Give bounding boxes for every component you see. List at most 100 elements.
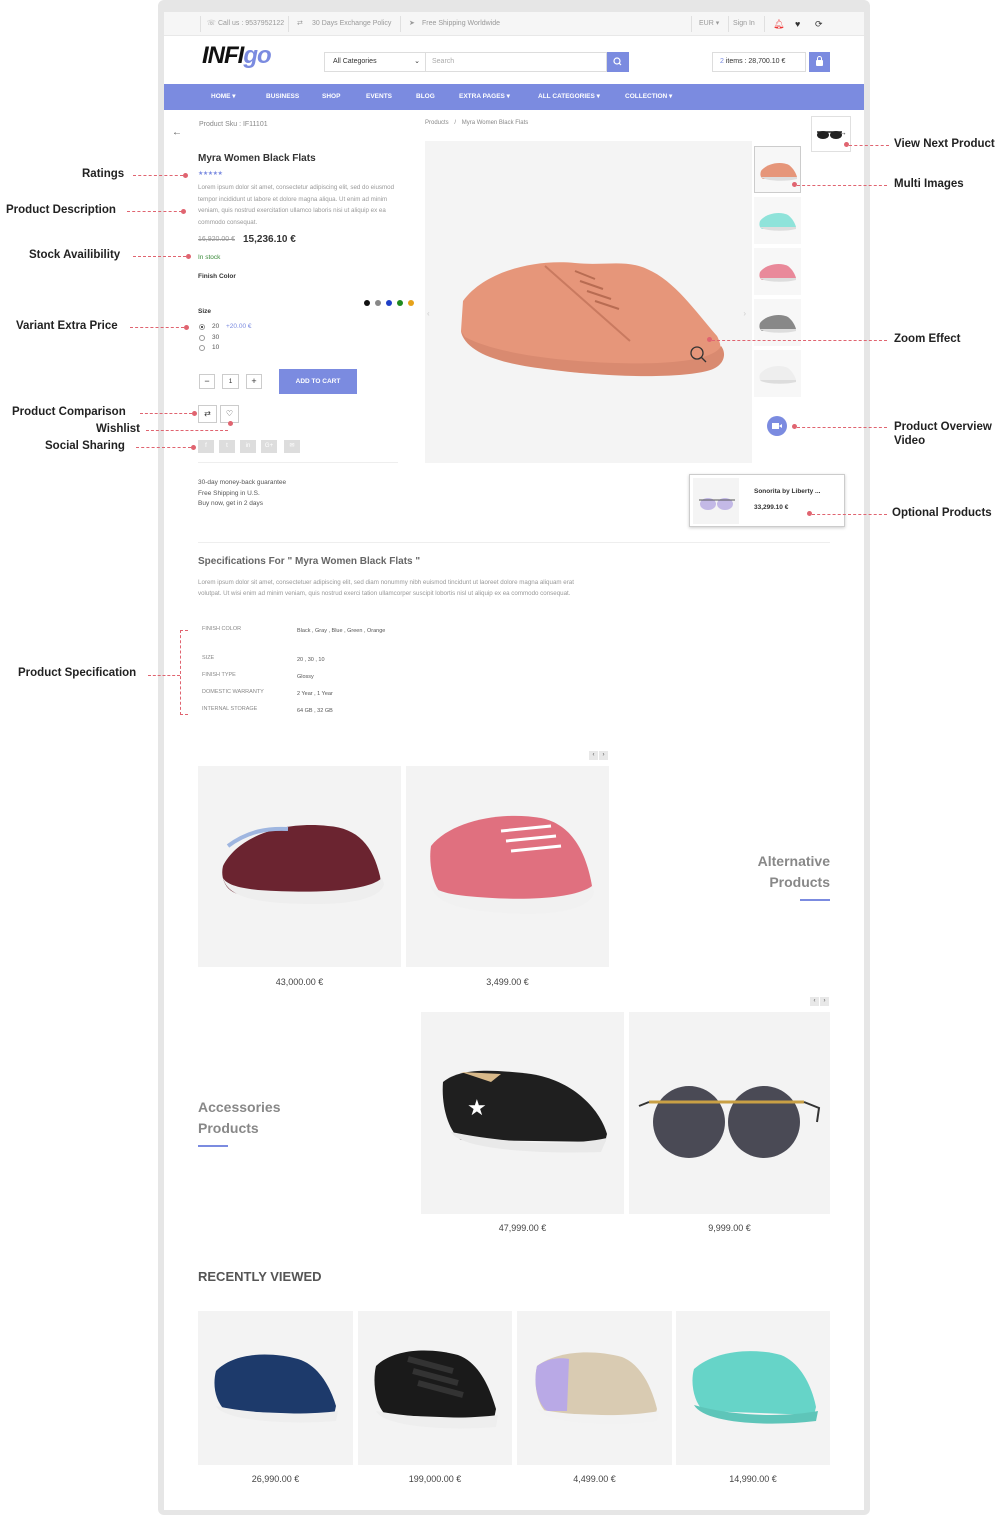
acc-prev-button[interactable]: ‹ <box>810 997 819 1006</box>
annotation-video: Product Overview Video <box>894 421 992 447</box>
annotation-line <box>849 145 889 146</box>
heart-icon[interactable]: ♥ <box>795 12 800 36</box>
annotation-spec: Product Specification <box>18 667 137 679</box>
breadcrumb-root[interactable]: Products <box>425 120 449 126</box>
spec-title: Specifications For " Myra Women Black Fl… <box>198 556 421 567</box>
annotation-comparison: Product Comparison <box>12 406 126 418</box>
spec-value: Glossy <box>297 674 314 680</box>
annotation-ratings: Ratings <box>82 168 125 180</box>
color-swatch[interactable] <box>408 300 414 306</box>
nav-shop[interactable]: SHOP <box>322 84 340 110</box>
cart-button[interactable] <box>809 52 830 72</box>
search-input[interactable]: Search <box>426 52 607 72</box>
back-arrow-icon[interactable]: ← <box>172 127 182 138</box>
compare-button[interactable]: ⇄ <box>198 405 217 423</box>
alt-product-card[interactable] <box>198 766 401 967</box>
alt-product-card[interactable] <box>406 766 609 967</box>
size-label: Size <box>198 308 212 315</box>
annotation-line <box>148 675 180 676</box>
currency-select[interactable]: EUR ▾ <box>699 12 719 36</box>
twitter-share[interactable]: t <box>219 440 235 453</box>
acc-product-card[interactable] <box>629 1012 830 1214</box>
recent-product-card[interactable] <box>517 1311 672 1465</box>
refresh-icon[interactable]: ⟳ <box>815 12 823 36</box>
email-share[interactable]: ✉ <box>284 440 300 453</box>
color-swatch[interactable] <box>364 300 370 306</box>
divider <box>288 16 289 32</box>
product-page: ☏ Call us : 9537952122 ⇄ 30 Days Exchang… <box>164 12 864 1510</box>
rating-stars: ★★★★★ <box>198 171 223 177</box>
facebook-share[interactable]: f <box>198 440 214 453</box>
thumbnail-image[interactable] <box>754 197 801 244</box>
prev-image-arrow[interactable]: ‹ <box>427 309 430 318</box>
main-product-image[interactable]: ‹ › <box>425 141 752 463</box>
linkedin-share[interactable]: in <box>240 440 256 453</box>
nav-home[interactable]: HOME ▾ <box>211 84 236 110</box>
size-radio[interactable] <box>199 334 205 341</box>
alt-product-price: 43,000.00 € <box>275 977 324 987</box>
annotation-line <box>797 427 887 428</box>
optional-product-name: Sonorita by Liberty ... <box>754 488 821 495</box>
search-button[interactable] <box>607 52 629 72</box>
recent-product-card[interactable] <box>358 1311 512 1465</box>
recent-product-card[interactable] <box>198 1311 353 1465</box>
facebook-icon: f <box>205 443 207 449</box>
annotation-dot <box>181 209 186 214</box>
chevron-down-icon: ⌄ <box>414 58 420 65</box>
color-swatch[interactable] <box>375 300 381 306</box>
category-select[interactable]: All Categories ⌄ <box>324 52 426 72</box>
nav-collection[interactable]: COLLECTION ▾ <box>625 84 672 110</box>
size-option-label: 20 <box>212 323 220 330</box>
spec-key: INTERNAL STORAGE <box>202 706 258 712</box>
annotation-dot <box>184 325 189 330</box>
annotation-social: Social Sharing <box>45 440 125 452</box>
acc-product-card[interactable]: ★ <box>421 1012 624 1214</box>
recent-product-price: 199,000.00 € <box>408 1474 462 1484</box>
thumbnail-image[interactable] <box>754 299 801 346</box>
shoe-image <box>461 262 725 377</box>
divider <box>400 16 401 32</box>
size-radio[interactable] <box>199 345 205 351</box>
product-sku: Product Sku : IF11101 <box>199 121 268 128</box>
navy-sneaker-image <box>214 1354 338 1423</box>
recent-product-price: 4,499.00 € <box>573 1474 616 1484</box>
recent-product-card[interactable] <box>676 1311 830 1465</box>
beige-sneaker-image <box>535 1352 659 1424</box>
notification-icon[interactable]: 🔔︎ <box>773 12 784 36</box>
googleplus-share[interactable]: G+ <box>261 440 277 453</box>
acc-next-button[interactable]: › <box>820 997 829 1006</box>
add-to-cart-button[interactable]: ADD TO CART <box>279 369 357 394</box>
nav-business[interactable]: BUSINESS <box>266 84 299 110</box>
alt-next-button[interactable]: › <box>599 751 608 760</box>
maroon-sneaker-image <box>222 825 384 904</box>
acc-product-price: 9,999.00 € <box>708 1223 751 1233</box>
annotation-variant: Variant Extra Price <box>16 320 118 332</box>
size-radio[interactable] <box>199 324 205 330</box>
nav-all-categories[interactable]: ALL CATEGORIES ▾ <box>538 84 600 110</box>
color-swatch[interactable] <box>386 300 392 306</box>
video-button[interactable] <box>767 416 787 436</box>
nav-extra-pages[interactable]: EXTRA PAGES ▾ <box>459 84 510 110</box>
logo[interactable]: INFIgo <box>202 42 272 70</box>
thumbnail-image[interactable] <box>754 350 801 397</box>
cart-summary[interactable]: 2 items : 28,700.10 € <box>712 52 806 72</box>
next-image-arrow[interactable]: › <box>743 309 746 318</box>
annotation-line <box>133 175 183 176</box>
thumbnail-image[interactable] <box>754 248 801 295</box>
black-slipon-image: ★ <box>442 1070 607 1153</box>
heart-outline-icon: ♡ <box>225 409 234 418</box>
alt-prev-button[interactable]: ‹ <box>589 751 598 760</box>
guarantee-list: 30-day money-back guarantee Free Shippin… <box>198 478 286 510</box>
twitter-icon: t <box>226 443 228 449</box>
qty-minus-button[interactable]: − <box>199 374 215 389</box>
optional-product-card[interactable]: Sonorita by Liberty ... 33,299.10 € <box>689 474 845 527</box>
annotation-line <box>127 211 182 212</box>
color-swatch[interactable] <box>397 300 403 306</box>
bag-icon <box>816 56 823 66</box>
qty-input[interactable]: 1 <box>222 374 239 389</box>
nav-events[interactable]: EVENTS <box>366 84 392 110</box>
signin-link[interactable]: Sign In <box>733 12 755 36</box>
qty-plus-button[interactable]: + <box>246 374 262 389</box>
nav-blog[interactable]: BLOG <box>416 84 435 110</box>
arrow-right-icon: → <box>838 127 847 137</box>
